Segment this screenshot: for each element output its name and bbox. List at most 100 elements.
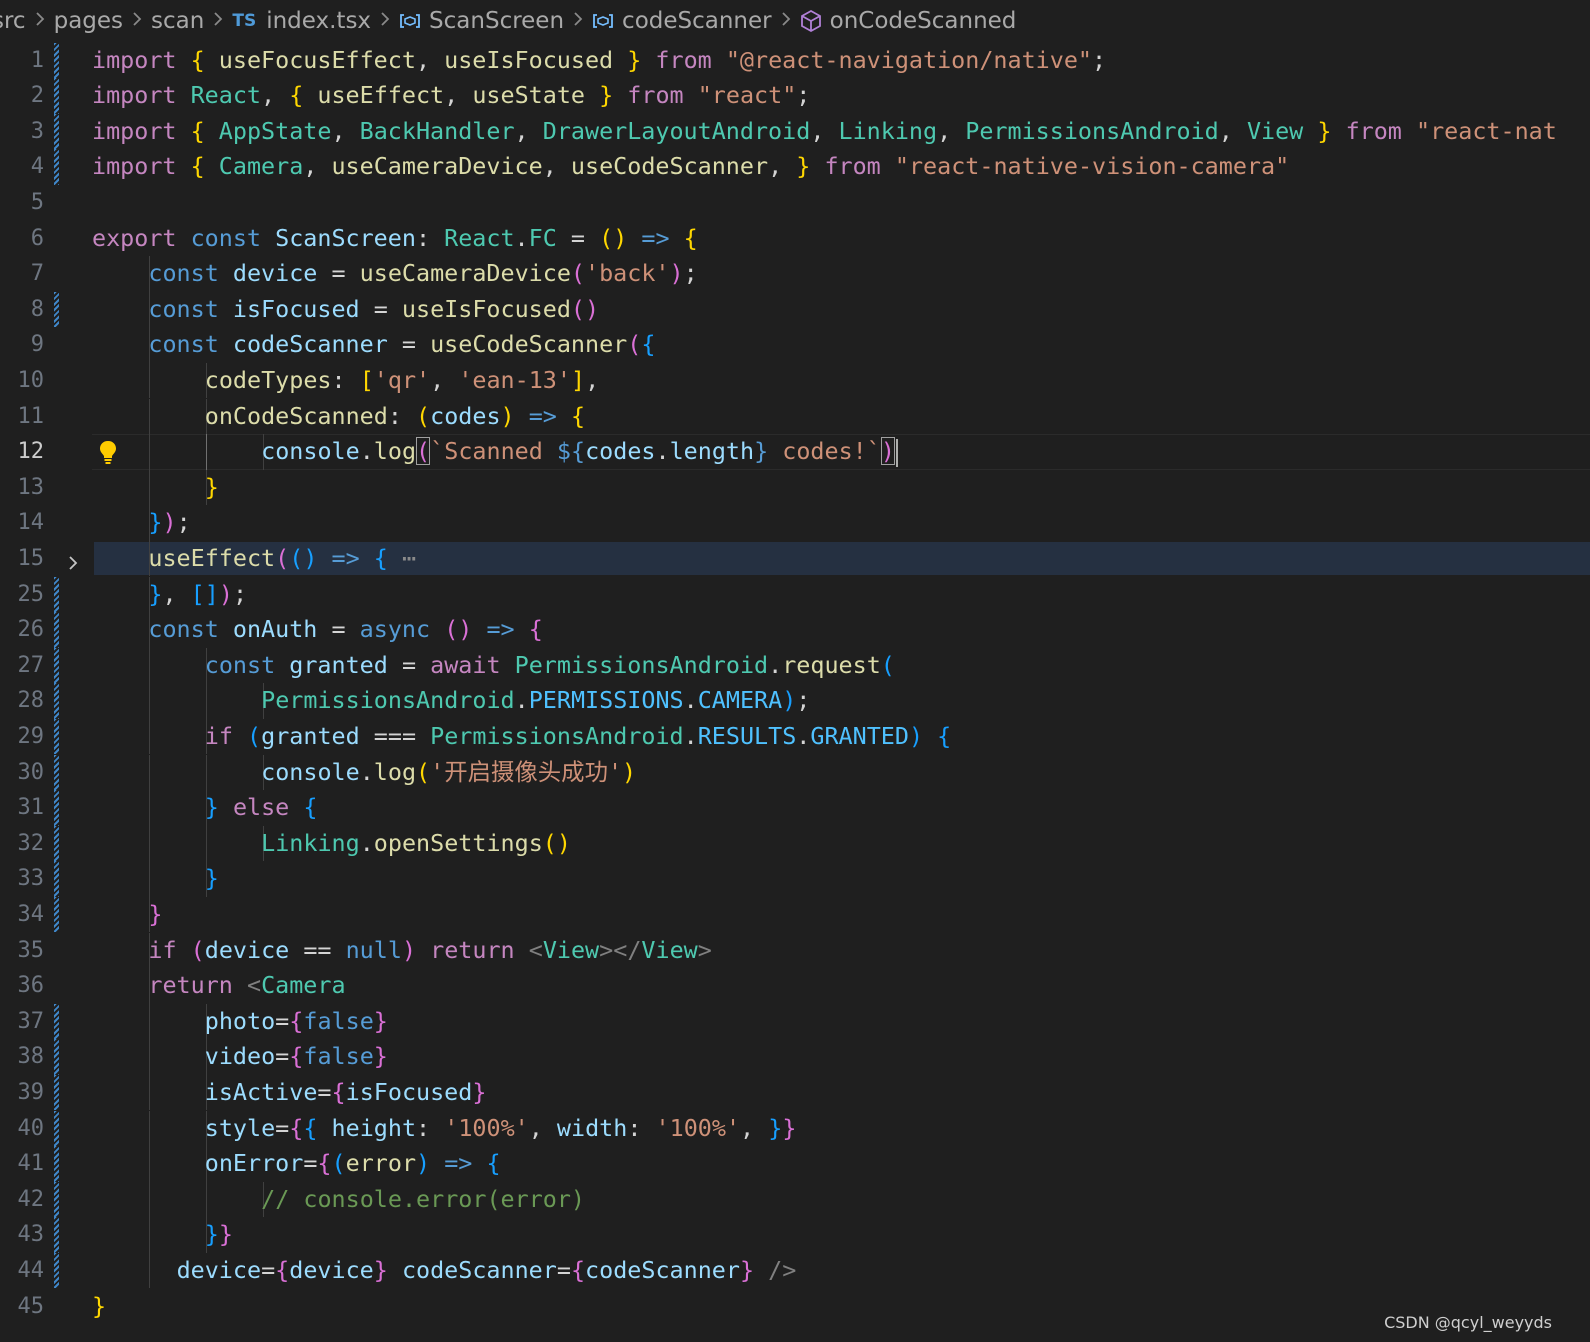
line-number[interactable]: 2: [0, 78, 44, 114]
code-line[interactable]: 45}: [0, 1289, 1590, 1323]
git-change-marker[interactable]: [54, 113, 59, 150]
line-number[interactable]: 42: [0, 1182, 45, 1218]
code-line[interactable]: 4 import { Camera, useCameraDevice, useCo…: [0, 149, 1590, 185]
line-number[interactable]: 8: [0, 292, 44, 328]
line-number[interactable]: 43: [0, 1217, 45, 1253]
code-line[interactable]: 36 return <Camera: [0, 968, 1590, 1004]
line-number[interactable]: 39: [0, 1075, 45, 1111]
git-change-marker[interactable]: [54, 790, 59, 826]
code-line[interactable]: 11 onCodeScanned: (codes) => {: [0, 398, 1590, 435]
line-number[interactable]: 31: [0, 790, 45, 826]
git-change-marker[interactable]: [54, 718, 59, 755]
line-number[interactable]: 32: [0, 826, 45, 862]
code-line[interactable]: 31 } else {: [0, 790, 1590, 826]
line-number[interactable]: 11: [0, 399, 45, 435]
line-number[interactable]: 41: [0, 1146, 45, 1182]
code-line[interactable]: 25 }, []);: [0, 576, 1590, 613]
line-number[interactable]: 10: [0, 363, 45, 399]
git-change-marker[interactable]: [54, 896, 59, 933]
line-number[interactable]: 37: [0, 1004, 45, 1040]
code-line[interactable]: 1 import { useFocusEffect, useIsFocused }…: [0, 42, 1590, 79]
line-number[interactable]: 9: [0, 327, 44, 363]
code-line[interactable]: 43 }}: [0, 1217, 1590, 1253]
git-change-marker[interactable]: [54, 861, 59, 897]
git-change-marker[interactable]: [54, 754, 59, 791]
code-line[interactable]: 35 if (device == null) return <View></Vi…: [0, 932, 1590, 969]
line-number[interactable]: 12: [0, 434, 45, 470]
fold-chevron-icon[interactable]: [64, 549, 82, 570]
git-change-marker[interactable]: [54, 612, 59, 648]
code-line[interactable]: 10 codeTypes: ['qr', 'ean-13'],: [0, 362, 1590, 399]
breadcrumb-item-3[interactable]: TS index.tsx: [232, 8, 371, 34]
code-line[interactable]: 40 style={{ height: '100%', width: '100%…: [0, 1110, 1590, 1147]
git-change-marker[interactable]: [54, 1217, 59, 1253]
breadcrumb-item-5[interactable]: codeScanner: [592, 8, 772, 34]
line-number[interactable]: 26: [0, 612, 45, 648]
git-change-marker[interactable]: [54, 42, 59, 79]
code-line[interactable]: 33 }: [0, 861, 1590, 897]
code-line[interactable]: 3 import { AppState, BackHandler, DrawerL…: [0, 113, 1590, 150]
line-number[interactable]: 33: [0, 861, 45, 897]
code-line[interactable]: 39 isActive={isFocused}: [0, 1074, 1590, 1111]
code-line[interactable]: 9 const codeScanner = useCodeScanner({: [0, 327, 1590, 363]
git-change-marker[interactable]: [54, 1003, 59, 1040]
code-line[interactable]: 30 console.log('开启摄像头成功'): [0, 754, 1590, 791]
code-line[interactable]: 44 device={device} codeScanner={codeScan…: [0, 1252, 1590, 1289]
git-change-marker[interactable]: [54, 647, 59, 684]
code-line[interactable]: 38 video={false}: [0, 1039, 1590, 1075]
git-change-marker[interactable]: [54, 1039, 59, 1075]
git-change-marker[interactable]: [54, 683, 59, 719]
code-editor[interactable]: 1 import { useFocusEffect, useIsFocused }…: [0, 42, 1590, 1322]
line-number[interactable]: 4: [0, 149, 44, 185]
line-number[interactable]: 25: [0, 577, 45, 613]
line-number[interactable]: 3: [0, 114, 44, 150]
line-number[interactable]: 13: [0, 470, 45, 506]
line-number[interactable]: 1: [0, 43, 44, 79]
code-line[interactable]: 6 export const ScanScreen: React.FC = () …: [0, 221, 1590, 257]
line-number[interactable]: 38: [0, 1039, 45, 1075]
line-number[interactable]: 30: [0, 755, 45, 791]
code-line[interactable]: 32 Linking.openSettings(): [0, 825, 1590, 862]
git-change-marker[interactable]: [54, 291, 59, 328]
code-line[interactable]: 13 }: [0, 469, 1590, 506]
code-line[interactable]: 2 import React, { useEffect, useState } f…: [0, 78, 1590, 114]
line-number[interactable]: 29: [0, 719, 45, 755]
line-number[interactable]: 40: [0, 1111, 45, 1147]
code-line[interactable]: 5: [0, 185, 1590, 221]
code-line[interactable]: 41 onError={(error) => {: [0, 1146, 1590, 1182]
code-line[interactable]: 15 useEffect(() => { ⋯: [0, 540, 1590, 577]
code-line[interactable]: 14 });: [0, 505, 1590, 541]
code-line[interactable]: 12 console.log(`Scanned ${codes.length} …: [0, 434, 1590, 470]
git-change-marker[interactable]: [54, 1074, 59, 1111]
git-change-marker[interactable]: [54, 576, 59, 613]
line-number[interactable]: 14: [0, 505, 45, 541]
breadcrumb-item-0[interactable]: src: [0, 8, 26, 34]
git-change-marker[interactable]: [54, 78, 59, 114]
lightbulb-icon[interactable]: [97, 439, 119, 465]
line-number[interactable]: 15: [0, 541, 45, 577]
breadcrumb-item-6[interactable]: onCodeScanned: [800, 8, 1016, 34]
git-change-marker[interactable]: [54, 1146, 59, 1182]
code-line[interactable]: 8 const isFocused = useIsFocused(): [0, 291, 1590, 328]
git-change-marker[interactable]: [54, 1181, 59, 1218]
breadcrumb-item-4[interactable]: ScanScreen: [399, 8, 564, 34]
code-line[interactable]: 29 if (granted === PermissionsAndroid.RE…: [0, 718, 1590, 755]
line-number[interactable]: 34: [0, 897, 45, 933]
breadcrumb-item-2[interactable]: scan: [151, 8, 204, 34]
line-number[interactable]: 6: [0, 221, 44, 257]
code-line[interactable]: 42 // console.error(error): [0, 1181, 1590, 1218]
line-number[interactable]: 28: [0, 683, 45, 719]
code-line[interactable]: 26 const onAuth = async () => {: [0, 612, 1590, 648]
line-number[interactable]: 5: [0, 185, 44, 221]
breadcrumb-item-1[interactable]: pages: [54, 8, 123, 34]
code-line[interactable]: 27 const granted = await PermissionsAndr…: [0, 647, 1590, 684]
line-number[interactable]: 36: [0, 968, 45, 1004]
git-change-marker[interactable]: [54, 1252, 59, 1289]
line-number[interactable]: 27: [0, 648, 45, 684]
code-line[interactable]: 7 const device = useCameraDevice('back')…: [0, 256, 1590, 292]
line-number[interactable]: 44: [0, 1253, 45, 1289]
line-number[interactable]: 35: [0, 933, 45, 969]
line-number[interactable]: 7: [0, 256, 44, 292]
git-change-marker[interactable]: [54, 149, 59, 185]
git-change-marker[interactable]: [54, 1110, 59, 1147]
